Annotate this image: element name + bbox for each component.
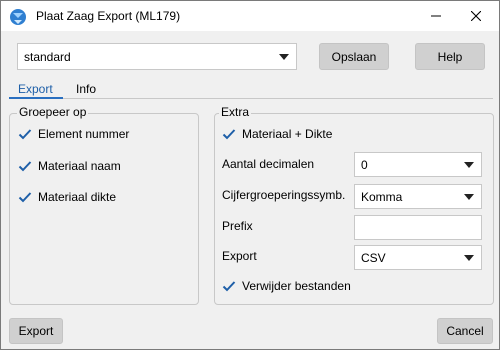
extra-title: Extra [219,105,252,119]
material-thickness-checkbox[interactable]: Materiaal + Dikte [222,127,332,141]
chevron-down-icon [279,53,289,60]
decimals-label: Aantal decimalen [222,157,315,171]
tab-info[interactable]: Info [76,82,96,96]
checkmark-icon [222,129,236,140]
group-element-number-label: Element nummer [38,127,130,141]
group-element-number-checkbox[interactable]: Element nummer [18,127,129,141]
tab-divider [9,98,493,99]
separator-label: Cijfergroeperingssymb. [222,188,346,202]
separator-select[interactable]: Komma [354,184,482,209]
delete-files-checkbox[interactable]: Verwijder bestanden [222,279,351,293]
group-by-title: Groepeer op [17,105,89,119]
close-button[interactable] [461,1,491,31]
profile-select-value: standard [24,49,71,64]
checkmark-icon [18,129,32,140]
export-button[interactable]: Export [9,318,63,344]
group-material-thickness-checkbox[interactable]: Materiaal dikte [18,190,116,204]
chevron-down-icon [464,254,474,261]
decimals-select[interactable]: 0 [354,152,482,177]
group-material-thickness-label: Materiaal dikte [38,190,117,204]
profile-select[interactable]: standard [17,43,297,70]
group-material-name-label: Materiaal naam [38,159,121,173]
group-by-panel [9,113,199,305]
extra-panel [214,113,494,305]
save-button[interactable]: Opslaan [319,43,389,70]
export-format-select[interactable]: CSV [354,245,482,270]
cancel-button[interactable]: Cancel [437,318,493,344]
minimize-button[interactable] [421,1,451,31]
checkmark-icon [18,161,32,172]
delete-files-label: Verwijder bestanden [242,279,351,293]
dialog-window: Plaat Zaag Export (ML179) standard Opsla… [0,0,500,350]
close-icon [471,11,481,21]
prefix-input[interactable] [354,215,482,240]
group-material-name-checkbox[interactable]: Materiaal naam [18,159,121,173]
decimals-select-value: 0 [361,157,368,172]
separator-select-value: Komma [361,189,403,204]
export-format-select-value: CSV [361,250,386,265]
checkmark-icon [18,192,32,203]
chevron-down-icon [464,193,474,200]
tab-export[interactable]: Export [18,82,53,96]
window-title: Plaat Zaag Export (ML179) [36,9,181,23]
prefix-label: Prefix [222,219,253,233]
export-format-label: Export [222,249,257,263]
help-button[interactable]: Help [415,43,485,70]
chevron-down-icon [464,161,474,168]
material-thickness-label: Materiaal + Dikte [242,127,333,141]
checkmark-icon [222,281,236,292]
minimize-icon [431,15,441,17]
title-bar[interactable]: Plaat Zaag Export (ML179) [1,1,499,31]
app-logo-icon [10,9,26,25]
active-tab-indicator [9,97,63,99]
